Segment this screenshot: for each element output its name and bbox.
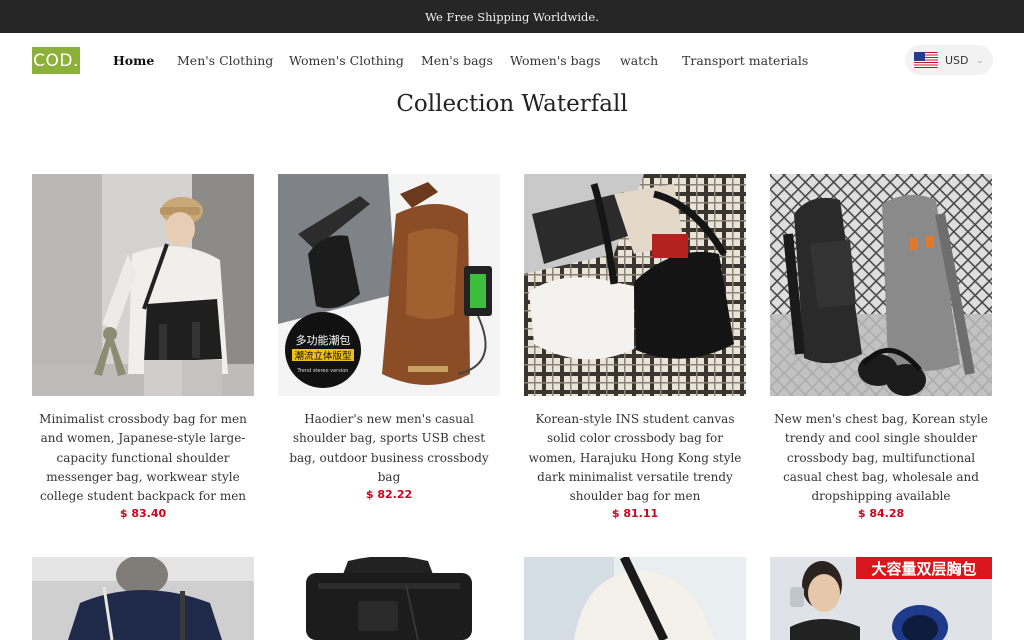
product-name[interactable]: Minimalist crossbody bag for men and wom…	[32, 410, 254, 506]
currency-code: USD	[945, 53, 969, 67]
nav-transport-materials[interactable]: Transport materials	[682, 33, 808, 87]
product-image[interactable]	[32, 557, 254, 640]
product-card[interactable]: Korean-style INS student canvas solid co…	[524, 174, 746, 520]
badge-line-1: 多功能潮包	[296, 333, 351, 347]
site-header: COD. Home Men's Clothing Women's Clothin…	[0, 33, 1024, 87]
product-name[interactable]: Korean-style INS student canvas solid co…	[524, 410, 746, 506]
product-banner-text: 大容量双层胸包	[871, 560, 976, 578]
page-title: Collection Waterfall	[396, 91, 628, 117]
site-logo[interactable]: COD.	[32, 47, 80, 74]
product-image[interactable]	[524, 174, 746, 396]
announcement-bar: We Free Shipping Worldwide.	[0, 0, 1024, 33]
product-name[interactable]: Haodier's new men's casual shoulder bag,…	[278, 410, 500, 487]
nav-mens-clothing[interactable]: Men's Clothing	[177, 33, 273, 87]
product-image[interactable]	[32, 174, 254, 396]
product-image[interactable]	[770, 174, 992, 396]
nav-mens-bags[interactable]: Men's bags	[421, 33, 493, 87]
product-card[interactable]: Minimalist crossbody bag for men and wom…	[32, 174, 254, 520]
badge-line-2: 潮流立体版型	[294, 350, 352, 362]
product-price: $ 82.22	[365, 488, 413, 502]
product-price: $ 81.11	[611, 507, 659, 521]
nav-watch[interactable]: watch	[620, 33, 658, 87]
chevron-down-icon: ⌄	[976, 55, 984, 65]
currency-selector[interactable]: USD ⌄	[905, 45, 993, 75]
product-card[interactable]: 多功能潮包 潮流立体版型 Trend stereo version Haodie…	[278, 174, 500, 501]
product-name[interactable]: New men's chest bag, Korean style trendy…	[770, 410, 992, 506]
product-image[interactable]	[278, 557, 500, 640]
nav-womens-clothing[interactable]: Women's Clothing	[289, 33, 404, 87]
product-image[interactable]	[524, 557, 746, 640]
product-image[interactable]: 大容量双层胸包	[770, 557, 992, 640]
nav-home[interactable]: Home	[113, 33, 154, 87]
product-image[interactable]: 多功能潮包 潮流立体版型 Trend stereo version	[278, 174, 500, 396]
product-price: $ 84.28	[857, 507, 905, 521]
product-price: $ 83.40	[119, 507, 167, 521]
badge-line-3: Trend stereo version	[297, 368, 349, 374]
announcement-text: We Free Shipping Worldwide.	[425, 9, 599, 24]
us-flag-icon	[914, 52, 938, 68]
nav-womens-bags[interactable]: Women's bags	[510, 33, 601, 87]
product-card[interactable]: New men's chest bag, Korean style trendy…	[770, 174, 992, 520]
